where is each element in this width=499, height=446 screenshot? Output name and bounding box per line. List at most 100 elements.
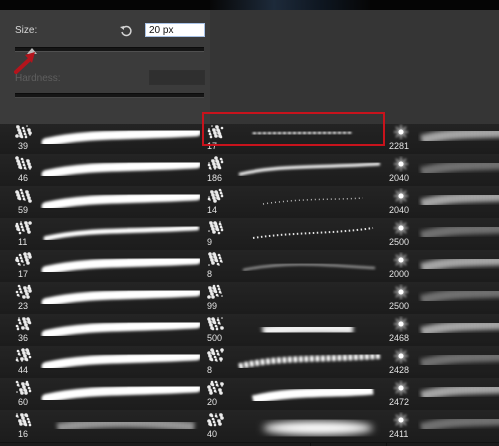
brush-preset[interactable]: 2500 — [387, 218, 499, 250]
brush-preset[interactable]: 186 — [202, 154, 383, 186]
brush-stroke-preview — [420, 127, 499, 145]
brush-tip-icon — [207, 188, 224, 203]
brush-size-label: 500 — [207, 333, 223, 343]
brush-stroke-preview — [420, 223, 499, 241]
brush-preset[interactable]: 2500 — [387, 282, 499, 314]
brush-row: 60 20 2472 — [0, 378, 499, 411]
top-bar-glow — [210, 0, 370, 10]
brush-tip-icon — [15, 413, 32, 427]
brush-preset[interactable]: 2040 — [387, 154, 499, 186]
brush-preset[interactable]: 23 — [10, 282, 200, 314]
brush-tip-icon — [15, 380, 32, 395]
brush-size-label: 44 — [18, 365, 29, 375]
brush-stroke-preview — [41, 287, 200, 307]
brush-tip-icon — [394, 317, 408, 331]
brush-size-label: 8 — [207, 365, 213, 375]
brush-preset[interactable]: 2040 — [387, 186, 499, 218]
brush-tip-icon — [394, 381, 408, 395]
brush-preset[interactable]: 36 — [10, 314, 200, 346]
brush-preset[interactable]: 8 — [202, 346, 383, 378]
brush-stroke-preview — [242, 263, 376, 271]
brush-tip-icon — [15, 188, 32, 203]
reset-size-icon[interactable] — [119, 24, 133, 38]
brush-stroke-preview — [420, 159, 499, 177]
brush-preset[interactable]: 59 — [10, 186, 200, 218]
brush-stroke-preview — [252, 227, 374, 239]
brush-preset[interactable]: 46 — [10, 154, 200, 186]
brush-preset[interactable]: 16 — [10, 410, 200, 442]
brush-preset[interactable]: 39 — [10, 124, 200, 154]
brush-preset[interactable]: 8 — [202, 250, 383, 282]
brush-size-label: 17 — [18, 269, 29, 279]
brush-stroke-preview — [273, 293, 333, 299]
brush-row: 59 14 2040 — [0, 186, 499, 219]
brush-size-label: 8 — [207, 269, 213, 279]
size-slider[interactable] — [15, 47, 204, 52]
brush-stroke-preview — [41, 255, 200, 275]
brush-preset[interactable]: 60 — [10, 378, 200, 410]
brush-size-label: 23 — [18, 301, 29, 311]
brush-stroke-preview — [43, 225, 200, 241]
brush-preset[interactable]: 500 — [202, 314, 383, 346]
size-input[interactable] — [145, 23, 205, 37]
brush-stroke-preview — [41, 319, 200, 339]
brush-preset[interactable]: 44 — [10, 346, 200, 378]
brush-stroke-preview — [420, 287, 499, 305]
brush-stroke-preview — [238, 162, 381, 176]
brush-preset[interactable]: 2281 — [387, 124, 499, 154]
brush-preset[interactable]: 20 — [202, 378, 383, 410]
brush-size-label: 14 — [207, 205, 218, 215]
brush-stroke-preview — [420, 319, 499, 337]
brush-preset[interactable]: 2411 — [387, 410, 499, 442]
brush-stroke-preview — [420, 351, 499, 369]
brush-size-label: 11 — [18, 237, 28, 247]
brush-tip-icon — [15, 125, 32, 139]
brush-preview-area — [210, 10, 499, 124]
brush-preset[interactable]: 17 — [10, 250, 200, 282]
brush-stroke-preview — [251, 385, 374, 405]
brush-size-label: 46 — [18, 173, 29, 183]
brush-stroke-preview — [41, 127, 200, 147]
brush-size-label: 9 — [207, 237, 213, 247]
brush-size-label: 2468 — [389, 333, 410, 343]
brush-tip-icon — [208, 221, 224, 235]
brush-tip-icon — [394, 349, 408, 363]
brush-preset[interactable]: 2468 — [387, 314, 499, 346]
brush-size-label: 36 — [18, 333, 29, 343]
brush-tip-icon — [394, 157, 408, 171]
brush-size-label: 60 — [18, 397, 29, 407]
brush-preset[interactable]: 9 — [202, 218, 383, 250]
top-bar — [0, 0, 499, 10]
brush-stroke-preview — [41, 191, 200, 211]
brush-tip-icon — [207, 413, 224, 427]
brush-size-label: 59 — [18, 205, 29, 215]
brush-size-label: 20 — [207, 397, 218, 407]
brush-size-label: 40 — [207, 429, 218, 439]
brush-tip-icon — [394, 125, 408, 139]
brush-row: 46 186 2040 — [0, 154, 499, 187]
brush-preset[interactable]: 99 — [202, 282, 383, 314]
brush-tip-icon — [15, 252, 32, 266]
brush-stroke-preview — [238, 352, 381, 370]
brush-preset[interactable]: 2472 — [387, 378, 499, 410]
brush-tip-icon — [207, 348, 224, 362]
brush-preset[interactable]: 40 — [202, 410, 383, 442]
brush-size-label: 39 — [18, 141, 29, 151]
brush-presets-grid: 39 17 2281 46 186 2040 59 14 2040 11 9 2500 17 8 — [0, 124, 499, 446]
brush-row: 44 8 2428 — [0, 346, 499, 379]
hardness-input — [149, 70, 205, 85]
brush-size-label: 2472 — [389, 397, 410, 407]
brush-stroke-preview — [261, 321, 354, 338]
brush-size-label: 2500 — [389, 301, 410, 311]
brush-tip-icon — [207, 380, 224, 395]
brush-tip-icon — [394, 189, 408, 203]
brush-row: 23 99 2500 — [0, 282, 499, 315]
brush-size-label: 2428 — [389, 365, 410, 375]
brush-preset[interactable]: 11 — [10, 218, 200, 250]
brush-preset[interactable]: 2000 — [387, 250, 499, 282]
brush-preset[interactable]: 2428 — [387, 346, 499, 378]
brush-preset[interactable]: 14 — [202, 186, 383, 218]
brush-tip-icon — [394, 413, 408, 427]
brush-size-label: 2040 — [389, 205, 410, 215]
brush-row: 36 500 2468 — [0, 314, 499, 347]
